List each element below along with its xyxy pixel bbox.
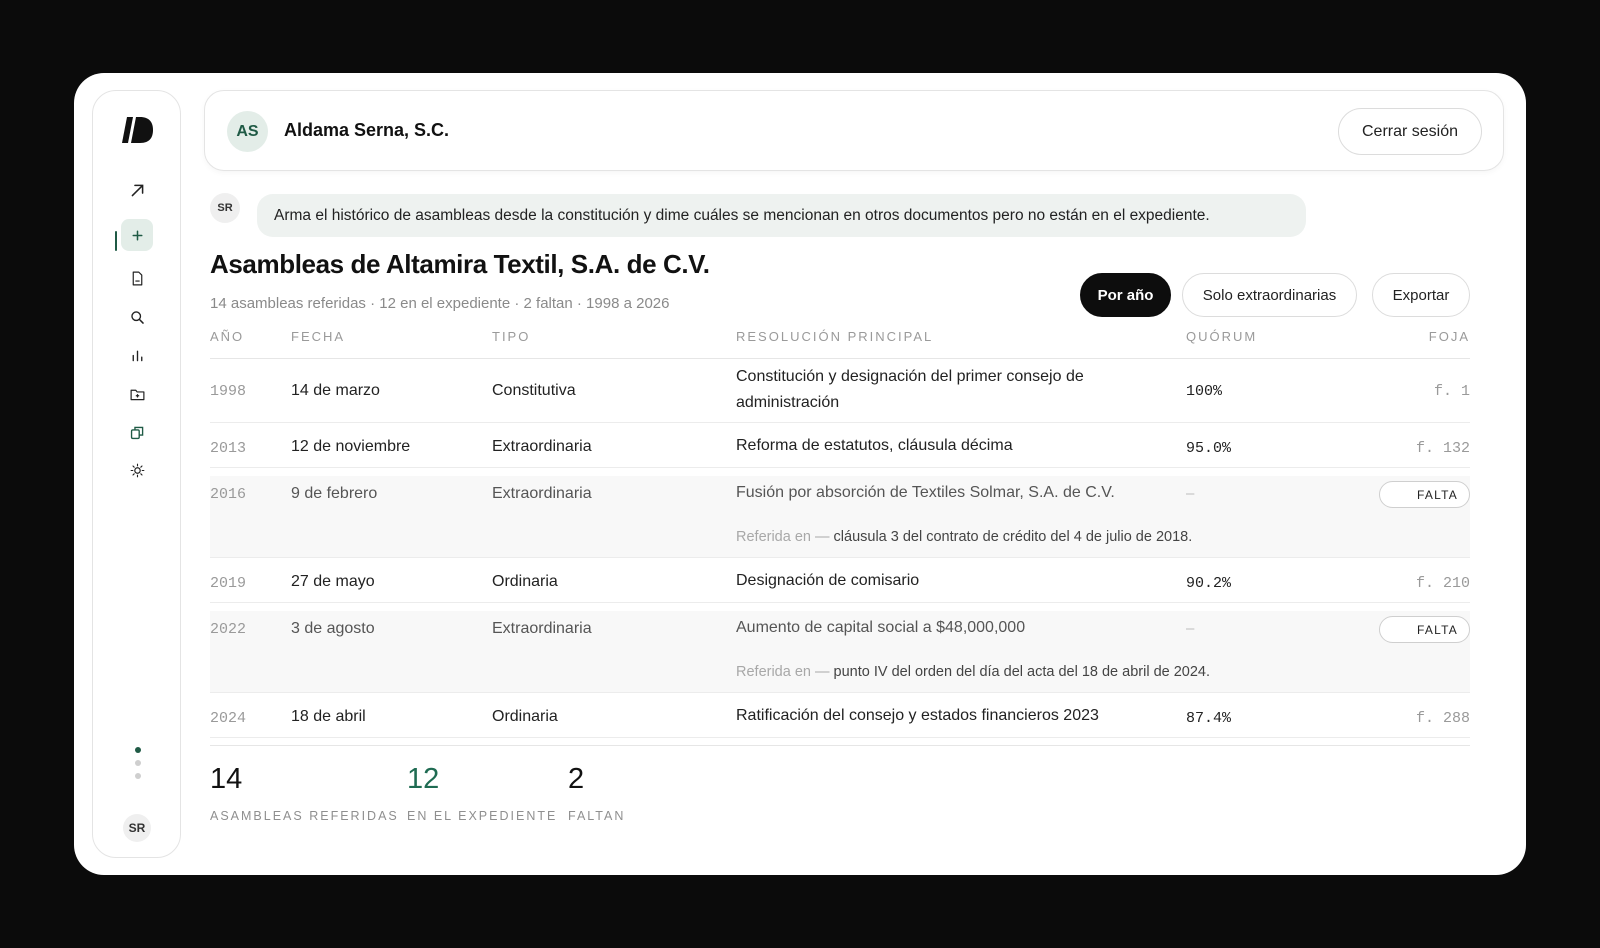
cell-resolution: Aumento de capital social a $48,000,000	[736, 619, 1026, 636]
stats-divider	[210, 745, 1470, 746]
reference-text: punto IV del orden del día del acta del …	[833, 664, 1211, 680]
prompt-user-avatar: SR	[210, 193, 240, 223]
export-button[interactable]: Exportar	[1372, 273, 1470, 317]
cell-foja[interactable]: f. 132	[1416, 440, 1470, 457]
cell-foja[interactable]: f. 288	[1416, 710, 1470, 727]
sidebar-user-avatar[interactable]: SR	[123, 814, 151, 842]
table-row[interactable]: 1998 14 de marzo Constitutiva Constituci…	[210, 359, 1470, 423]
extraordinary-only-button[interactable]: Solo extraordinarias	[1182, 273, 1357, 317]
cell-year: 2022	[210, 621, 247, 638]
cell-date: 12 de noviembre	[291, 438, 411, 455]
table-row-missing[interactable]: 2016 9 de febrero Extraordinaria Fusión …	[210, 476, 1470, 558]
folder-plus-icon[interactable]	[121, 378, 153, 410]
column-header-quorum[interactable]: QUÓRUM	[1186, 329, 1257, 344]
cell-date: 27 de mayo	[291, 573, 375, 590]
stat-in-file-value: 12	[407, 763, 440, 795]
reference-label: Referida en —	[736, 529, 830, 545]
search-icon[interactable]	[121, 301, 153, 333]
cell-resolution: Reforma de estatutos, cláusula décima	[736, 437, 1013, 454]
cell-year: 2024	[210, 710, 247, 727]
by-year-button[interactable]: Por año	[1080, 273, 1171, 317]
arrow-up-right-icon[interactable]	[121, 174, 153, 206]
cell-type: Extraordinaria	[492, 485, 592, 502]
active-indicator	[115, 231, 117, 251]
cell-foja[interactable]: f. 210	[1416, 575, 1470, 592]
copy-icon[interactable]	[121, 416, 153, 448]
company-name: Aldama Serna, S.C.	[284, 120, 450, 140]
sidebar: SR	[92, 90, 181, 858]
page-dot-1[interactable]	[135, 747, 141, 753]
column-header-resolution[interactable]: RESOLUCIÓN PRINCIPAL	[736, 329, 933, 344]
column-header-foja[interactable]: FOJA	[1429, 329, 1470, 344]
cell-quorum: 87.4%	[1186, 710, 1232, 727]
cell-quorum: –	[1186, 485, 1195, 502]
cell-date: 18 de abril	[291, 708, 366, 725]
page-title: Asambleas de Altamira Textil, S.A. de C.…	[210, 249, 710, 279]
reference-text: cláusula 3 del contrato de crédito del 4…	[833, 529, 1193, 545]
cell-date: 14 de marzo	[291, 382, 380, 399]
cell-type: Extraordinaria	[492, 438, 592, 455]
missing-badge: FALTA	[1379, 481, 1470, 508]
logout-button[interactable]: Cerrar sesión	[1338, 108, 1482, 155]
cell-type: Constitutiva	[492, 382, 576, 399]
cell-date: 9 de febrero	[291, 485, 378, 502]
cell-type: Ordinaria	[492, 708, 558, 725]
cell-quorum: 95.0%	[1186, 440, 1232, 457]
reference-label: Referida en —	[736, 664, 830, 680]
cell-year: 2013	[210, 440, 247, 457]
stat-missing-label: FALTAN	[568, 809, 626, 823]
app-window: SR AS Aldama Serna, S.C. Cerrar sesión S…	[74, 73, 1526, 875]
column-header-year[interactable]: AÑO	[210, 329, 244, 344]
page-subtitle: 14 asambleas referidas · 12 en el expedi…	[210, 295, 670, 312]
reference-note: Referida en — cláusula 3 del contrato de…	[736, 529, 1192, 545]
table-row[interactable]: 2013 12 de noviembre Extraordinaria Refo…	[210, 424, 1470, 468]
sun-icon[interactable]	[121, 454, 153, 486]
top-header: AS Aldama Serna, S.C. Cerrar sesión	[204, 90, 1504, 171]
plus-icon[interactable]	[121, 219, 153, 251]
stat-referred-label: ASAMBLEAS REFERIDAS	[210, 809, 399, 823]
reference-note: Referida en — punto IV del orden del día…	[736, 664, 1210, 680]
cell-quorum: –	[1186, 620, 1195, 637]
app-logo[interactable]	[120, 115, 154, 145]
column-header-date[interactable]: FECHA	[291, 329, 345, 344]
table-row[interactable]: 2019 27 de mayo Ordinaria Designación de…	[210, 559, 1470, 603]
cell-resolution: Fusión por absorción de Textiles Solmar,…	[736, 484, 1115, 501]
cell-quorum: 100%	[1186, 383, 1223, 400]
page-dot-2[interactable]	[135, 760, 141, 766]
stat-missing-value: 2	[568, 763, 585, 795]
cell-resolution: Designación de comisario	[736, 572, 920, 589]
missing-badge: FALTA	[1379, 616, 1470, 643]
table-row[interactable]: 2024 18 de abril Ordinaria Ratificación …	[210, 694, 1470, 738]
stat-in-file-label: EN EL EXPEDIENTE	[407, 809, 558, 823]
stat-referred-value: 14	[210, 763, 243, 795]
cell-resolution: Ratificación del consejo y estados finan…	[736, 707, 1099, 724]
bar-chart-icon[interactable]	[121, 339, 153, 371]
column-header-type[interactable]: TIPO	[492, 329, 530, 344]
cell-resolution: Constitución y designación del primer co…	[736, 368, 1084, 411]
cell-year: 2016	[210, 486, 247, 503]
cell-type: Ordinaria	[492, 573, 558, 590]
company-avatar: AS	[227, 111, 268, 152]
table-row-missing[interactable]: 2022 3 de agosto Extraordinaria Aumento …	[210, 611, 1470, 693]
cell-year: 1998	[210, 383, 247, 400]
page-dot-3[interactable]	[135, 773, 141, 779]
document-icon[interactable]	[121, 262, 153, 294]
cell-type: Extraordinaria	[492, 620, 592, 637]
cell-year: 2019	[210, 575, 247, 592]
cell-quorum: 90.2%	[1186, 575, 1232, 592]
user-prompt-bubble: Arma el histórico de asambleas desde la …	[257, 194, 1306, 237]
cell-foja[interactable]: f. 1	[1434, 383, 1470, 400]
cell-date: 3 de agosto	[291, 620, 375, 637]
